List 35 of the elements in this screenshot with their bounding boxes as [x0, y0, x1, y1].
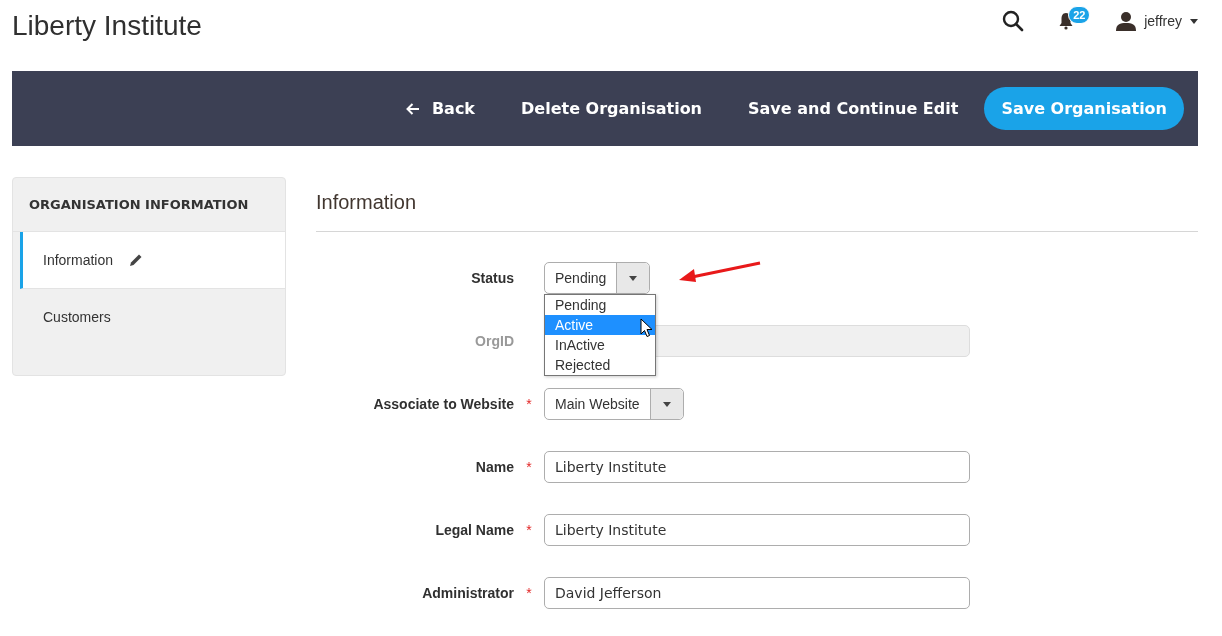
required-mark: * [525, 396, 533, 412]
field-label: OrgID [474, 333, 514, 349]
required-mark: * [525, 585, 533, 601]
input-field[interactable]: Liberty Institute [544, 514, 970, 546]
field-label: Name [474, 459, 514, 475]
page-title: Liberty Institute [12, 10, 202, 42]
section-title: Information [316, 191, 1198, 232]
user-icon [1116, 11, 1137, 31]
required-mark: * [525, 459, 533, 475]
toolbar-button[interactable]: Delete Organisation [501, 87, 722, 130]
field-label: Administrator [421, 585, 514, 601]
input-field[interactable]: Liberty Institute [544, 451, 970, 483]
dropdown-option[interactable]: InActive [545, 335, 655, 355]
caret-icon [662, 401, 671, 407]
dropdown-option[interactable]: Rejected [545, 355, 655, 375]
input-field[interactable]: David Jefferson [544, 577, 970, 609]
arrow-left-icon [405, 102, 420, 115]
field-label: Associate to Website [372, 396, 514, 412]
dropdown-option[interactable]: Pending [545, 295, 655, 315]
sidebar-item[interactable]: Customers [20, 289, 285, 345]
pencil-icon [129, 253, 144, 267]
search-icon[interactable] [1002, 10, 1025, 32]
toolbar-button[interactable]: Save and Continue Edit [728, 87, 979, 130]
sidebar-item[interactable]: Information [20, 232, 285, 289]
select-field[interactable]: Pending [544, 262, 651, 294]
caret-icon [629, 275, 638, 281]
cursor-icon [640, 318, 653, 338]
select-field[interactable]: Main Website [544, 388, 684, 420]
back-button[interactable]: Back [385, 87, 495, 130]
notification-count: 22 [1068, 6, 1091, 24]
caret-icon [1190, 18, 1198, 24]
field-label: Status [470, 270, 514, 286]
required-mark: * [525, 522, 533, 538]
user-menu[interactable]: jeffrey [1116, 11, 1198, 31]
field-label: Legal Name [434, 522, 514, 538]
